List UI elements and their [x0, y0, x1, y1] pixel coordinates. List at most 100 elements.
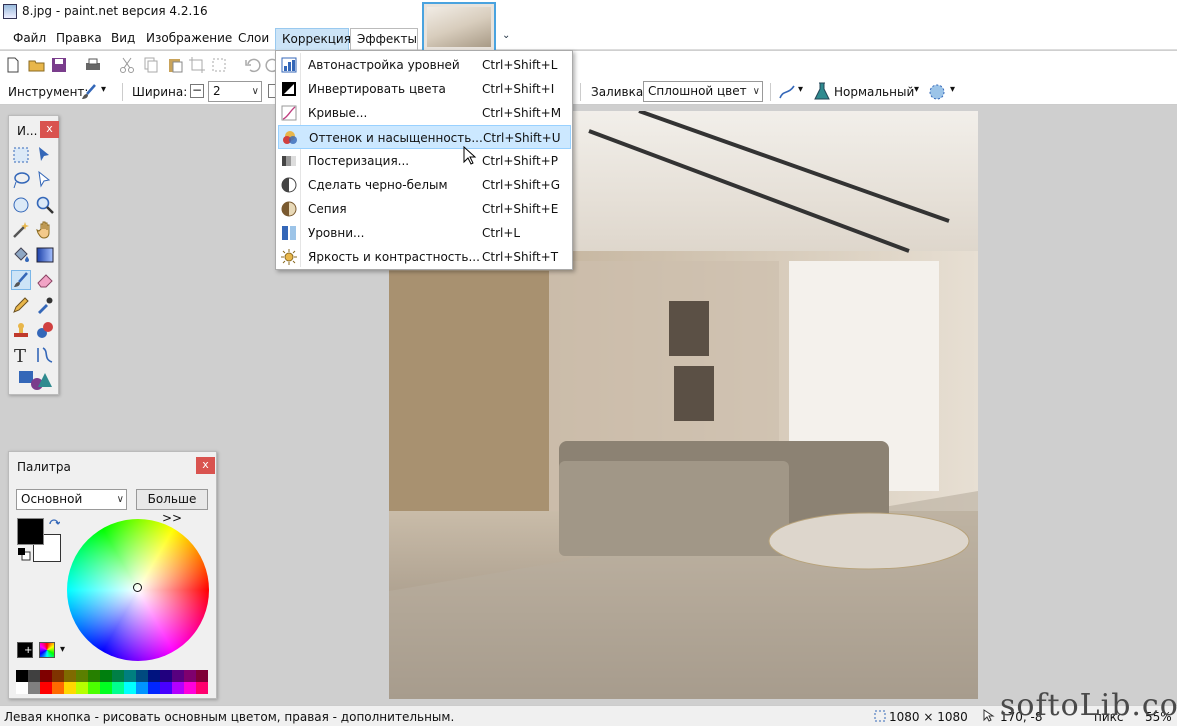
palette-swatch[interactable]: [124, 682, 136, 694]
menu-effects[interactable]: Эффекты: [350, 28, 418, 50]
clone-stamp-icon[interactable]: [11, 320, 31, 340]
copy-icon[interactable]: [142, 56, 160, 74]
palette-swatch[interactable]: [196, 682, 208, 694]
menu-adjustments[interactable]: Коррекция: [275, 28, 351, 50]
gradient-icon[interactable]: [35, 245, 55, 265]
width-input[interactable]: 2 ∨: [208, 81, 262, 102]
print-icon[interactable]: [84, 56, 102, 74]
palette-swatch[interactable]: [160, 682, 172, 694]
palette-swatch[interactable]: [172, 670, 184, 682]
menu-item-auto-level[interactable]: Автонастройка уровней Ctrl+Shift+L: [278, 53, 571, 77]
antialiasing-dropdown-icon[interactable]: ▾: [798, 84, 803, 95]
move-selected-icon[interactable]: [35, 170, 55, 190]
zoom-icon[interactable]: [35, 195, 55, 215]
menu-item-posterize[interactable]: Постеризация... Ctrl+Shift+P: [278, 149, 571, 173]
palette-swatch[interactable]: [172, 682, 184, 694]
paintbrush-icon[interactable]: [80, 83, 98, 101]
menu-image[interactable]: Изображение: [140, 28, 238, 50]
color-wheel-cursor[interactable]: [133, 583, 142, 592]
more-colors-button[interactable]: Больше >>: [136, 489, 208, 525]
palette-swatch[interactable]: [160, 670, 172, 682]
palette-swatch[interactable]: [148, 682, 160, 694]
menu-item-hue-saturation[interactable]: Оттенок и насыщенность... Ctrl+Shift+U: [278, 125, 571, 149]
palette-swatch[interactable]: [124, 670, 136, 682]
palette-swatch[interactable]: [136, 670, 148, 682]
palette-swatch[interactable]: [64, 670, 76, 682]
menu-item-black-white[interactable]: Сделать черно-белым Ctrl+Shift+G: [278, 173, 571, 197]
paint-bucket-icon[interactable]: [11, 245, 31, 265]
blend-mode-value[interactable]: Нормальный: [834, 85, 914, 99]
new-file-icon[interactable]: [4, 56, 22, 74]
palette-swatch[interactable]: [52, 670, 64, 682]
palette-swatch[interactable]: [184, 670, 196, 682]
shapes-icon[interactable]: [17, 369, 53, 391]
undo-icon[interactable]: [244, 56, 262, 74]
palette-swatch[interactable]: [100, 682, 112, 694]
color-wheel[interactable]: [67, 519, 209, 661]
blend-dropdown-icon[interactable]: ▾: [914, 84, 919, 95]
move-selection-icon[interactable]: [35, 145, 55, 165]
lasso-select-icon[interactable]: [11, 170, 31, 190]
tool-dropdown-icon[interactable]: ▾: [101, 84, 106, 95]
cut-icon[interactable]: [118, 56, 136, 74]
tabs-dropdown-icon[interactable]: ⌄: [502, 30, 510, 41]
palette-swatch[interactable]: [112, 682, 124, 694]
palette-swatch[interactable]: [16, 670, 28, 682]
menu-layers[interactable]: Слои: [232, 28, 275, 50]
palette-swatch[interactable]: [148, 670, 160, 682]
width-decrease-button[interactable]: −: [190, 84, 204, 98]
palette-swatch[interactable]: [136, 682, 148, 694]
palette-swatch[interactable]: [52, 682, 64, 694]
color-picker-icon[interactable]: [35, 295, 55, 315]
palette-swatch[interactable]: [40, 670, 52, 682]
text-icon[interactable]: T: [11, 345, 31, 365]
line-curve-icon[interactable]: [35, 345, 55, 365]
palette-swatch[interactable]: [28, 682, 40, 694]
ellipse-select-icon[interactable]: [11, 195, 31, 215]
magic-wand-icon[interactable]: [11, 220, 31, 240]
menu-view[interactable]: Вид: [105, 28, 141, 50]
paintbrush-tool[interactable]: [11, 270, 31, 290]
palette-swatch[interactable]: [76, 682, 88, 694]
blend-mode-icon[interactable]: [813, 82, 831, 101]
palette-menu-dropdown-icon[interactable]: ▾: [60, 644, 65, 655]
palette-swatch[interactable]: [76, 670, 88, 682]
menu-edit[interactable]: Правка: [50, 28, 108, 50]
fill-mode-select[interactable]: Сплошной цвет ∨: [643, 81, 763, 102]
pencil-icon[interactable]: [11, 295, 31, 315]
palette-swatch[interactable]: [196, 670, 208, 682]
menu-file[interactable]: Файл: [7, 28, 52, 50]
pan-hand-icon[interactable]: [35, 220, 55, 240]
menu-item-levels[interactable]: Уровни... Ctrl+L: [278, 221, 571, 245]
rectangle-select-icon[interactable]: [11, 145, 31, 165]
open-folder-icon[interactable]: [28, 56, 46, 74]
menu-item-curves[interactable]: Кривые... Ctrl+Shift+M: [278, 101, 571, 125]
menu-item-brightness-contrast[interactable]: Яркость и контрастность... Ctrl+Shift+T: [278, 245, 571, 269]
menu-item-invert-colors[interactable]: Инвертировать цвета Ctrl+Shift+I: [278, 77, 571, 101]
deselect-icon[interactable]: [210, 56, 228, 74]
menu-item-sepia[interactable]: Сепия Ctrl+Shift+E: [278, 197, 571, 221]
palette-mode-select[interactable]: Основной ∨: [16, 489, 127, 510]
antialiasing-icon[interactable]: [778, 83, 796, 101]
primary-color-swatch[interactable]: [17, 518, 44, 545]
recolor-icon[interactable]: [35, 320, 55, 340]
palette-swatch[interactable]: [88, 670, 100, 682]
swap-colors-icon[interactable]: [48, 518, 60, 530]
selection-quality-icon[interactable]: [928, 83, 946, 101]
palette-panel-close-button[interactable]: x: [196, 457, 215, 474]
palette-swatch[interactable]: [64, 682, 76, 694]
quality-dropdown-icon[interactable]: ▾: [950, 84, 955, 95]
palette-swatch[interactable]: [88, 682, 100, 694]
palette-swatch[interactable]: [100, 670, 112, 682]
palette-menu-icon[interactable]: [39, 642, 55, 658]
save-icon[interactable]: [50, 56, 68, 74]
image-tab-thumbnail[interactable]: [422, 2, 496, 52]
palette-swatch[interactable]: [16, 682, 28, 694]
palette-swatch[interactable]: [40, 682, 52, 694]
palette-swatch[interactable]: [28, 670, 40, 682]
palette-swatch[interactable]: [184, 682, 196, 694]
palette-swatch[interactable]: [112, 670, 124, 682]
tools-panel-close-button[interactable]: x: [40, 121, 59, 138]
paste-icon[interactable]: [166, 56, 184, 74]
reset-colors-icon[interactable]: [17, 547, 31, 561]
